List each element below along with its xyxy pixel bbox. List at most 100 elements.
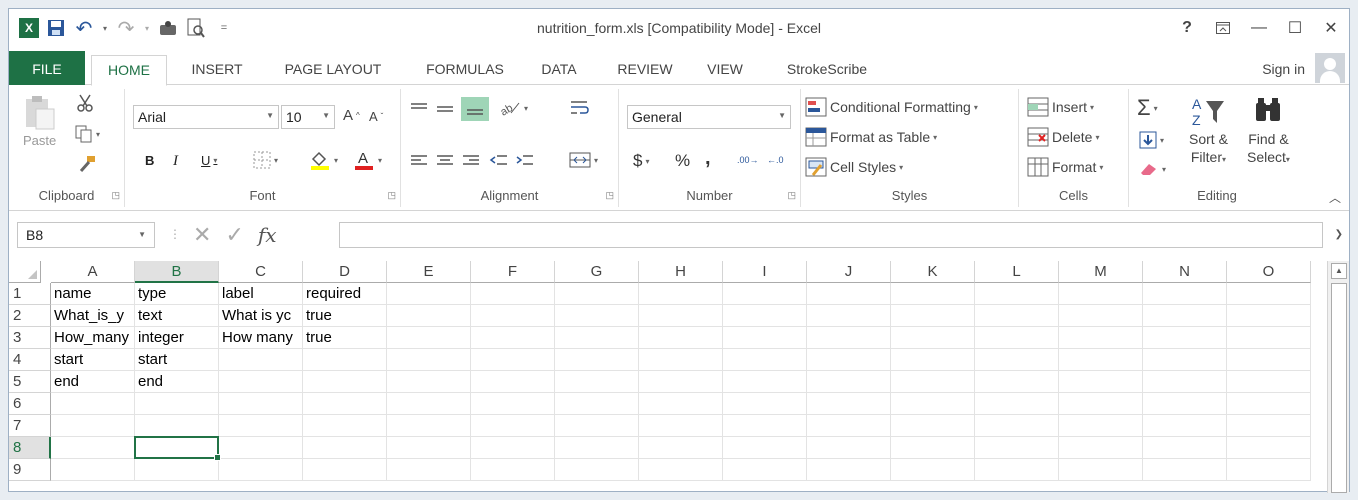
cell-a8[interactable] xyxy=(51,437,135,459)
cell-j3[interactable] xyxy=(807,327,891,349)
cell-l2[interactable] xyxy=(975,305,1059,327)
cell-h8[interactable] xyxy=(639,437,723,459)
cell-n3[interactable] xyxy=(1143,327,1227,349)
cell-h5[interactable] xyxy=(639,371,723,393)
format-painter-icon[interactable] xyxy=(77,155,97,173)
row-header-3[interactable]: 3 xyxy=(9,327,51,349)
cell-m6[interactable] xyxy=(1059,393,1143,415)
cell-c8[interactable] xyxy=(219,437,303,459)
column-header-n[interactable]: N xyxy=(1143,261,1227,283)
cell-a1[interactable]: name xyxy=(51,283,135,305)
cell-i4[interactable] xyxy=(723,349,807,371)
insert-function-icon[interactable]: fx xyxy=(258,223,277,247)
copy-icon[interactable]: ▾ xyxy=(75,125,100,143)
cell-h2[interactable] xyxy=(639,305,723,327)
select-all-corner[interactable] xyxy=(9,261,41,283)
fill-icon[interactable]: ▾ xyxy=(1139,131,1164,149)
currency-button[interactable]: $ ▾ xyxy=(633,151,649,171)
cell-g6[interactable] xyxy=(555,393,639,415)
cell-c6[interactable] xyxy=(219,393,303,415)
column-header-a[interactable]: A xyxy=(51,261,135,283)
sign-in-link[interactable]: Sign in xyxy=(1262,61,1305,77)
cell-a3[interactable]: How_many xyxy=(51,327,135,349)
format-cells-button[interactable]: Format ▾ xyxy=(1027,157,1103,177)
cell-g7[interactable] xyxy=(555,415,639,437)
cell-k9[interactable] xyxy=(891,459,975,481)
scroll-thumb[interactable] xyxy=(1331,283,1347,493)
cell-styles-button[interactable]: Cell Styles ▾ xyxy=(805,157,903,177)
percent-button[interactable]: % xyxy=(675,151,690,171)
cell-f9[interactable] xyxy=(471,459,555,481)
cell-e9[interactable] xyxy=(387,459,471,481)
cell-g3[interactable] xyxy=(555,327,639,349)
cell-i6[interactable] xyxy=(723,393,807,415)
cell-f8[interactable] xyxy=(471,437,555,459)
cell-m4[interactable] xyxy=(1059,349,1143,371)
column-header-h[interactable]: H xyxy=(639,261,723,283)
cell-g1[interactable] xyxy=(555,283,639,305)
cell-h7[interactable] xyxy=(639,415,723,437)
cell-l9[interactable] xyxy=(975,459,1059,481)
cell-k5[interactable] xyxy=(891,371,975,393)
cell-d8[interactable] xyxy=(303,437,387,459)
cell-i1[interactable] xyxy=(723,283,807,305)
tab-strokescribe[interactable]: StrokeScribe xyxy=(777,55,877,85)
cell-f5[interactable] xyxy=(471,371,555,393)
cell-n5[interactable] xyxy=(1143,371,1227,393)
cell-a9[interactable] xyxy=(51,459,135,481)
collapse-ribbon-icon[interactable]: ︿ xyxy=(1329,189,1341,206)
row-header-6[interactable]: 6 xyxy=(9,393,51,415)
cell-e4[interactable] xyxy=(387,349,471,371)
cell-l8[interactable] xyxy=(975,437,1059,459)
cell-l7[interactable] xyxy=(975,415,1059,437)
cell-g4[interactable] xyxy=(555,349,639,371)
comma-button[interactable]: , xyxy=(705,147,711,170)
cell-e7[interactable] xyxy=(387,415,471,437)
tab-formulas[interactable]: FORMULAS xyxy=(417,55,513,85)
cell-a5[interactable]: end xyxy=(51,371,135,393)
cell-n1[interactable] xyxy=(1143,283,1227,305)
scroll-up-icon[interactable]: ▲ xyxy=(1331,263,1347,279)
merge-center-icon[interactable]: ▾ xyxy=(569,151,598,169)
cell-j5[interactable] xyxy=(807,371,891,393)
align-center-icon[interactable] xyxy=(435,153,455,169)
decrease-indent-icon[interactable] xyxy=(489,153,509,169)
fill-color-icon[interactable]: ▾ xyxy=(309,149,338,171)
cell-g9[interactable] xyxy=(555,459,639,481)
cell-m3[interactable] xyxy=(1059,327,1143,349)
column-header-b[interactable]: B xyxy=(135,261,219,283)
cell-o6[interactable] xyxy=(1227,393,1311,415)
cell-a4[interactable]: start xyxy=(51,349,135,371)
clipboard-launcher-icon[interactable]: ◳ xyxy=(111,190,120,201)
delete-cells-button[interactable]: Delete ▾ xyxy=(1027,127,1099,147)
cell-c5[interactable] xyxy=(219,371,303,393)
cell-n9[interactable] xyxy=(1143,459,1227,481)
ribbon-display-button[interactable] xyxy=(1205,15,1241,41)
cell-b6[interactable] xyxy=(135,393,219,415)
avatar[interactable] xyxy=(1315,53,1345,83)
align-left-icon[interactable] xyxy=(409,153,429,169)
column-header-d[interactable]: D xyxy=(303,261,387,283)
cell-k7[interactable] xyxy=(891,415,975,437)
column-header-c[interactable]: C xyxy=(219,261,303,283)
cell-e6[interactable] xyxy=(387,393,471,415)
conditional-formatting-button[interactable]: Conditional Formatting ▾ xyxy=(805,97,978,117)
italic-button[interactable]: I xyxy=(173,153,178,170)
cell-f4[interactable] xyxy=(471,349,555,371)
cell-d5[interactable] xyxy=(303,371,387,393)
cell-o5[interactable] xyxy=(1227,371,1311,393)
cell-b2[interactable]: text xyxy=(135,305,219,327)
cell-e5[interactable] xyxy=(387,371,471,393)
vertical-scrollbar[interactable]: ▲ xyxy=(1327,261,1349,493)
cell-i2[interactable] xyxy=(723,305,807,327)
cell-n6[interactable] xyxy=(1143,393,1227,415)
clear-icon[interactable]: ▾ xyxy=(1139,161,1166,177)
cell-n8[interactable] xyxy=(1143,437,1227,459)
grow-font-icon[interactable]: A ^ xyxy=(343,107,360,124)
row-header-8[interactable]: 8 xyxy=(9,437,51,459)
cell-o2[interactable] xyxy=(1227,305,1311,327)
cell-d3[interactable]: true xyxy=(303,327,387,349)
cell-k6[interactable] xyxy=(891,393,975,415)
maximize-button[interactable]: ☐ xyxy=(1277,15,1313,41)
worksheet-grid[interactable]: A B C D E F G H I J K L M N O 1 name type label required 2 Wh… xyxy=(9,261,1327,493)
